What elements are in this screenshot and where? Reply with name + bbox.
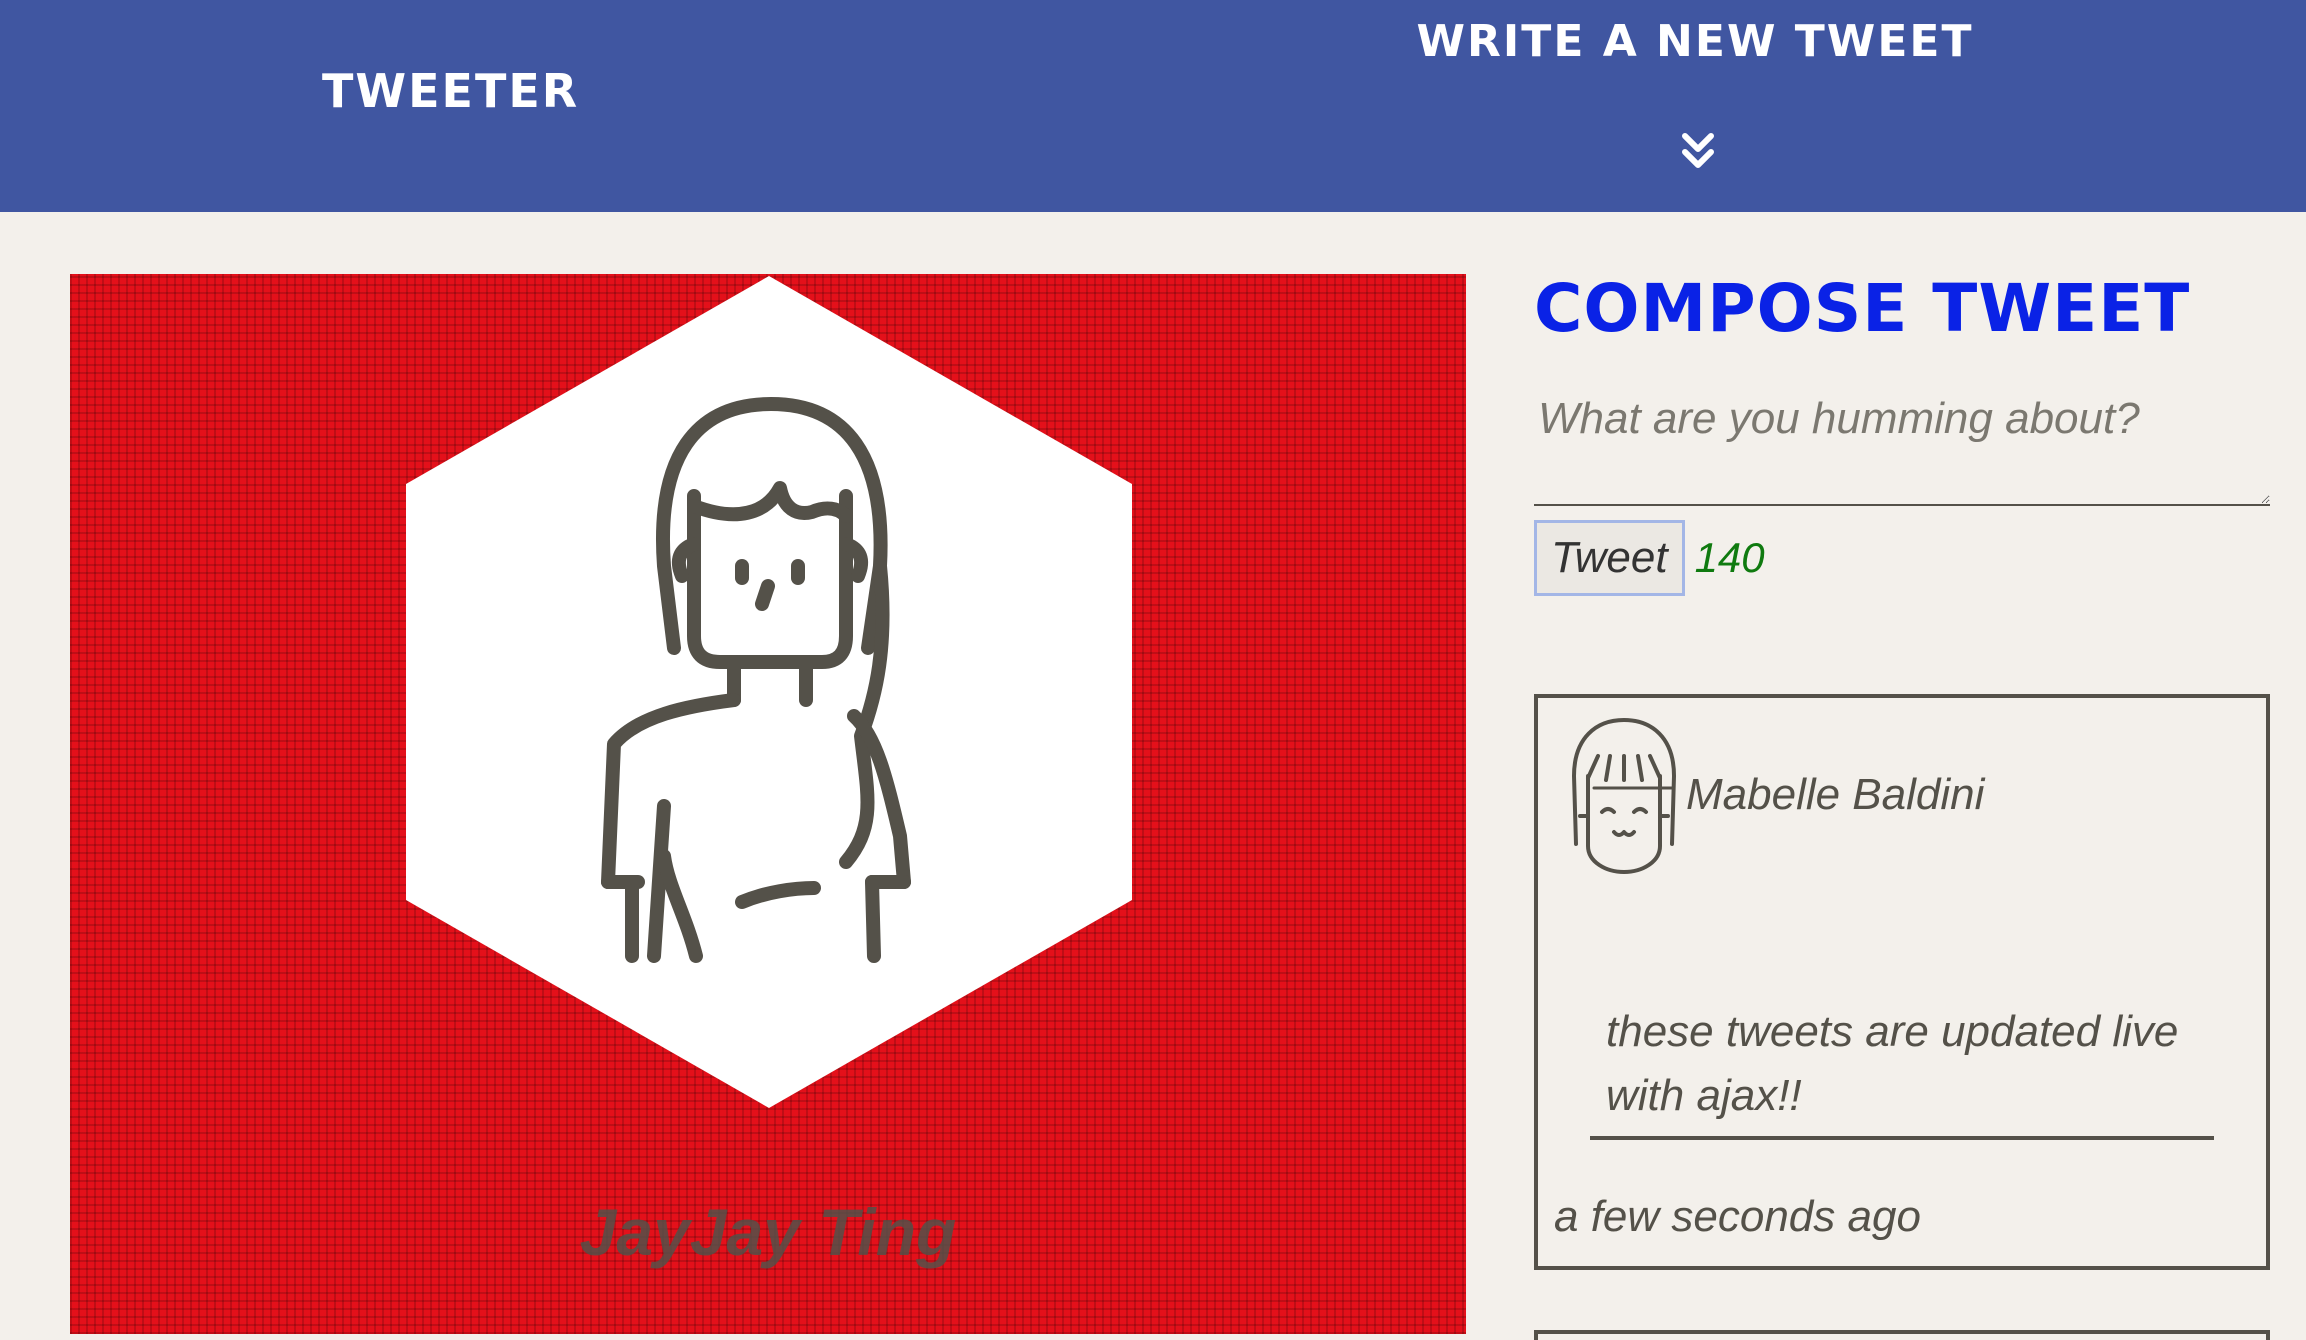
compose-actions: Tweet 140	[1534, 520, 2270, 596]
tweet-text: these tweets are updated live with ajax!…	[1606, 1007, 2179, 1120]
tweet-divider	[1590, 1136, 2214, 1140]
profile-header: JayJay Ting	[70, 274, 1466, 1334]
profile-name: JayJay Ting	[579, 1195, 957, 1269]
tweet-card: Mabelle Baldini these tweets are updated…	[1534, 694, 2270, 1270]
tweet-card-next	[1534, 1330, 2270, 1340]
profile-avatar	[406, 276, 1132, 1108]
double-chevron-down-icon[interactable]	[1681, 132, 1715, 172]
character-counter: 140	[1694, 534, 1765, 581]
tweet-text-input[interactable]	[1534, 382, 2270, 506]
brand-logo[interactable]: Tweeter	[322, 64, 579, 118]
top-nav: Tweeter Write a new tweet	[0, 0, 2306, 212]
tweet-user-name[interactable]: Mabelle Baldini	[1686, 770, 1984, 820]
compose-title: Compose Tweet	[1534, 270, 2191, 347]
tweet-submit-button[interactable]: Tweet	[1534, 520, 1685, 596]
user-avatar-icon	[1572, 718, 1676, 874]
write-new-tweet-label[interactable]: Write a new tweet	[1400, 16, 1990, 67]
tweet-timestamp: a few seconds ago	[1554, 1192, 1921, 1241]
write-new-tweet-toggle[interactable]: Write a new tweet	[1400, 16, 1990, 186]
compose-section: Compose Tweet Tweet 140	[1534, 266, 2270, 596]
